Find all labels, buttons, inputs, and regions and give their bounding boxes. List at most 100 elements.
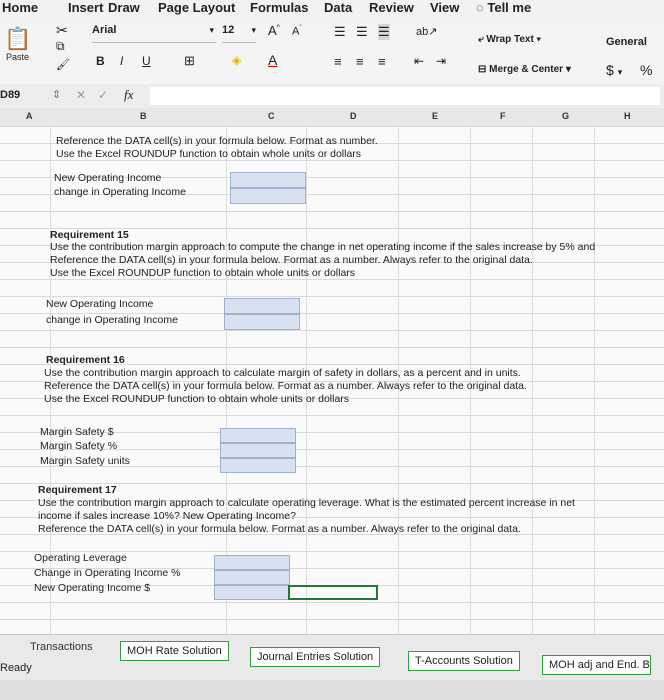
column-header-a[interactable]: A (26, 111, 33, 121)
align-center-icon[interactable]: ≡ (356, 54, 364, 69)
formula-bar: D89 ⇕ ✕ ✓ fx (0, 84, 664, 109)
gridline (594, 126, 595, 634)
cell-text: Reference the DATA cell(s) in your formu… (50, 254, 533, 266)
cancel-icon[interactable]: ✕ (76, 88, 86, 102)
decrease-indent-icon[interactable]: ⇤ (414, 54, 424, 68)
fill-color-icon[interactable]: ◈ (232, 53, 241, 67)
wrap-text-button[interactable]: ⤶ Wrap Text ▾ (478, 34, 541, 45)
tab-draw[interactable]: Draw (108, 0, 140, 15)
name-box[interactable]: D89 (0, 89, 20, 101)
formula-input[interactable] (150, 87, 660, 105)
sheet-tab-transactions[interactable]: Transactions (30, 641, 93, 653)
column-header-g[interactable]: G (562, 111, 569, 121)
input-cell[interactable] (220, 458, 296, 473)
increase-indent-icon[interactable]: ⇥ (436, 54, 446, 68)
column-header-f[interactable]: F (500, 111, 506, 121)
cell-text: Reference the DATA cell(s) in your formu… (56, 135, 378, 147)
lightbulb-icon: ◌ (476, 0, 484, 15)
cell-text: Reference the DATA cell(s) in your formu… (38, 523, 521, 535)
copy-icon[interactable]: ⧉ (56, 39, 65, 54)
tab-data[interactable]: Data (324, 0, 352, 15)
cell-label: Change in Operating Income % (34, 567, 181, 579)
tab-home[interactable]: Home (2, 0, 38, 15)
bold-button[interactable]: B (96, 54, 105, 68)
column-header-e[interactable]: E (432, 111, 438, 121)
cell-label: Margin Safety $ (40, 426, 114, 438)
wrap-text-icon: ⤶ (478, 34, 484, 45)
underline-button[interactable]: U (142, 54, 151, 68)
merge-center-button[interactable]: ⊟ Merge & Center ▾ (478, 64, 571, 75)
input-cell[interactable] (220, 428, 296, 443)
cell-text: Use the contribution margin approach to … (50, 241, 596, 253)
column-header-b[interactable]: B (140, 111, 147, 121)
cut-icon[interactable]: ✂ (56, 22, 68, 39)
merge-icon: ⊟ (478, 64, 487, 75)
decrease-font-icon[interactable]: Aˇ (292, 25, 302, 38)
align-middle-icon[interactable]: ☰ (356, 24, 368, 40)
italic-button[interactable]: I (120, 54, 123, 68)
worksheet-grid[interactable]: Reference the DATA cell(s) in your formu… (0, 126, 664, 634)
borders-icon[interactable]: ⊞ (184, 53, 195, 69)
cell-text: Use the contribution margin approach to … (38, 497, 575, 509)
input-cell[interactable] (224, 298, 300, 314)
paste-button-label[interactable]: Paste (6, 52, 29, 62)
tab-insert[interactable]: Insert (68, 0, 103, 15)
sheet-tab-moh-adj[interactable]: MOH adj and End. B (542, 655, 651, 675)
tell-me-search[interactable]: ◌ Tell me (476, 0, 531, 15)
currency-button[interactable]: $ ▾ (606, 62, 622, 78)
chevron-down-icon: ▾ (209, 25, 214, 35)
percent-button[interactable]: % (640, 62, 652, 78)
chevron-down-icon: ▾ (251, 25, 256, 35)
chevron-down-icon: ▾ (565, 64, 571, 75)
input-cell[interactable] (230, 172, 306, 188)
sheet-tab-bar: Transactions MOH Rate Solution Journal E… (0, 634, 664, 681)
input-cell[interactable] (214, 585, 290, 600)
align-left-icon[interactable]: ≡ (334, 54, 342, 69)
tab-formulas[interactable]: Formulas (250, 0, 309, 15)
tab-review[interactable]: Review (369, 0, 414, 15)
input-cell[interactable] (224, 314, 300, 330)
cell-label: New Operating Income (46, 298, 154, 310)
increase-font-icon[interactable]: A^ (268, 23, 280, 38)
chevron-down-icon: ▾ (536, 34, 541, 45)
input-cell[interactable] (214, 555, 290, 570)
paste-icon[interactable]: 📋 (4, 26, 31, 52)
cell-label: New Operating Income (54, 172, 162, 184)
cell-label: change in Operating Income (46, 314, 178, 326)
cell-label: Operating Leverage (34, 552, 127, 564)
name-box-stepper-icon[interactable]: ⇕ (52, 88, 61, 101)
input-cell[interactable] (214, 570, 290, 585)
cell-label: Margin Safety % (40, 440, 118, 452)
font-color-icon[interactable]: A (268, 52, 277, 68)
cell-text: Use the Excel ROUNDUP function to obtain… (44, 393, 350, 405)
input-cell[interactable] (230, 188, 306, 204)
gridline (532, 126, 533, 634)
font-size-select[interactable]: 12 ▾ (222, 24, 256, 43)
align-top-icon[interactable]: ☰ (334, 24, 346, 40)
sheet-tab-t-accounts-solution[interactable]: T-Accounts Solution (408, 651, 520, 671)
format-painter-icon[interactable]: 🖌 (56, 58, 70, 71)
column-headers: A B C D E F G H (0, 108, 664, 127)
confirm-icon[interactable]: ✓ (98, 88, 108, 102)
font-name-select[interactable]: Arial ▾ (92, 24, 216, 43)
cell-text: Use the Excel ROUNDUP function to obtain… (56, 148, 362, 160)
align-bottom-icon[interactable]: ☰ (378, 24, 390, 40)
tab-page-layout[interactable]: Page Layout (158, 0, 235, 15)
ribbon-tab-bar: Home Insert Draw Page Layout Formulas Da… (0, 0, 664, 23)
status-bar: Ready (0, 662, 664, 700)
column-header-c[interactable]: C (268, 111, 275, 121)
number-format-select[interactable]: General (606, 36, 647, 48)
requirement-heading: Requirement 15 (50, 229, 129, 241)
chevron-down-icon: ▾ (617, 67, 623, 77)
align-right-icon[interactable]: ≡ (378, 54, 386, 69)
selected-cell[interactable] (288, 585, 378, 600)
cell-text: Use the contribution margin approach to … (44, 367, 521, 379)
column-header-d[interactable]: D (350, 111, 357, 121)
input-cell[interactable] (220, 443, 296, 458)
column-header-h[interactable]: H (624, 111, 631, 121)
insert-function-icon[interactable]: fx (124, 87, 133, 103)
orientation-icon[interactable]: ab↗ (416, 25, 437, 38)
sheet-tab-journal-entries-solution[interactable]: Journal Entries Solution (250, 647, 381, 667)
tab-view[interactable]: View (430, 0, 459, 15)
sheet-tab-moh-rate-solution[interactable]: MOH Rate Solution (120, 641, 229, 661)
